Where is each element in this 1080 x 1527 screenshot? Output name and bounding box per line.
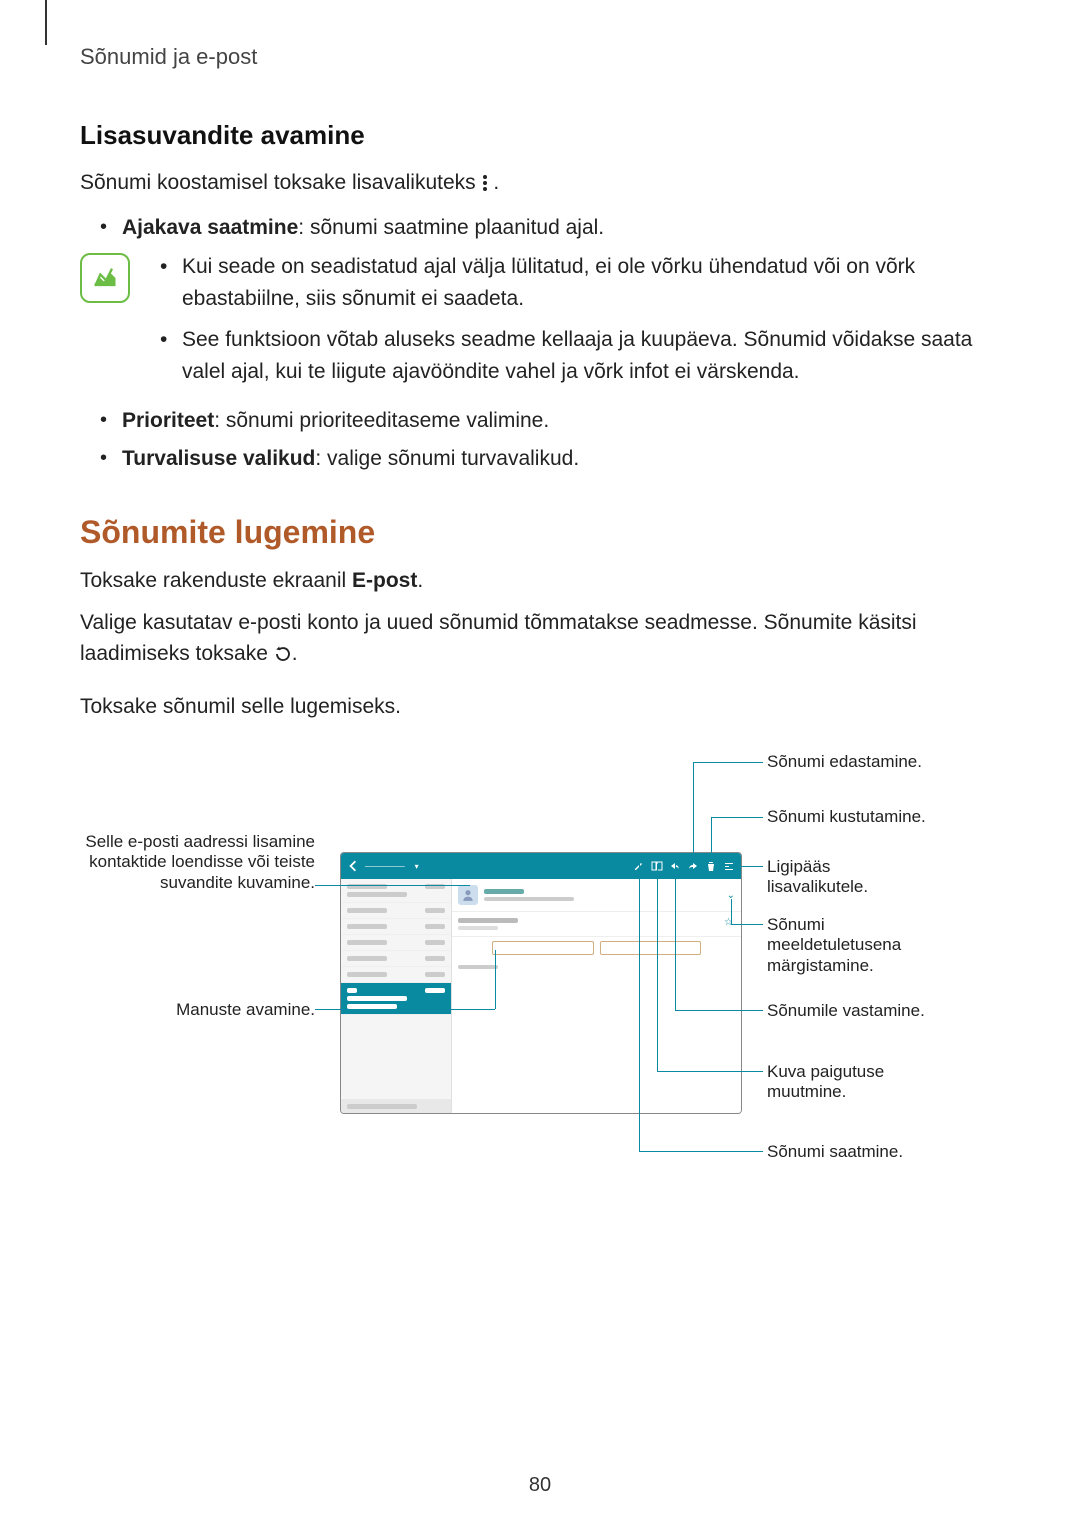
- note-item-1: Kui seade on seadistatud ajal välja lüli…: [160, 251, 1000, 314]
- section1-intro: Sõnumi koostamisel toksake lisavalikutek…: [80, 167, 1000, 202]
- callout-reply: Sõnumile vastamine.: [767, 1001, 925, 1021]
- section1-intro-text-b: .: [493, 171, 499, 194]
- callout-forward: Sõnumi edastamine.: [767, 752, 922, 772]
- lead-line: [315, 885, 470, 886]
- back-icon: [347, 860, 359, 872]
- lead-line: [675, 1010, 763, 1011]
- account-label: ───────: [365, 862, 405, 871]
- bullet-prioriteet: Prioriteet: sõnumi prioriteeditaseme val…: [100, 405, 1000, 437]
- lead-line: [711, 817, 712, 862]
- reading-p1: Toksake rakenduste ekraanil E-post.: [80, 565, 1000, 597]
- dropdown-icon: ▾: [411, 860, 423, 872]
- device-topbar: ─────── ▾: [341, 853, 741, 879]
- lead-line: [639, 1151, 763, 1152]
- lead-line: [639, 864, 640, 1151]
- lead-line: [731, 899, 732, 924]
- callout-reminder: Sõnumi meeldetuletusena märgistamine.: [767, 915, 957, 976]
- lead-line: [315, 1009, 495, 1010]
- bullet-turv-text: : valige sõnumi turvavalikud.: [315, 447, 579, 470]
- callout-attachments: Manuste avamine.: [80, 1000, 315, 1020]
- page-number: 80: [529, 1474, 551, 1497]
- callout-more: Ligipääs lisavalikutele.: [767, 857, 917, 898]
- page-header: Sõnumid ja e-post: [80, 44, 1000, 70]
- attachment-button: [600, 941, 702, 955]
- more-vertical-icon: [482, 170, 488, 202]
- section-reading-title: Sõnumite lugemine: [80, 514, 1000, 551]
- lead-line: [693, 762, 763, 763]
- list-item-selected: [341, 983, 451, 1015]
- list-item: [341, 903, 451, 919]
- reading-p1-bold: E-post: [352, 569, 417, 592]
- attachment-button: [492, 941, 594, 955]
- bullet-prior-text: : sõnumi prioriteeditaseme valimine.: [214, 409, 549, 432]
- list-item: [341, 935, 451, 951]
- avatar-icon: [458, 885, 478, 905]
- note-icon: [80, 253, 130, 303]
- message-list-sidebar: [341, 879, 452, 1113]
- callout-send: Sõnumi saatmine.: [767, 1142, 903, 1162]
- bullet-ajakava-text: : sõnumi saatmine plaanitud ajal.: [298, 216, 604, 239]
- bullet-ajakava: Ajakava saatmine: sõnumi saatmine plaani…: [100, 212, 1000, 244]
- sender-info: [484, 889, 574, 901]
- lead-line: [495, 950, 496, 1009]
- lead-line: [729, 866, 763, 867]
- list-item: [341, 967, 451, 983]
- refresh-icon: [274, 641, 292, 673]
- note-block: Kui seade on seadistatud ajal välja lüli…: [80, 251, 1000, 397]
- list-item: [341, 879, 451, 903]
- reading-p3: Toksake sõnumil selle lugemiseks.: [80, 691, 1000, 723]
- subject-row: [452, 912, 741, 937]
- callout-contact: Selle e-posti aadressi lisamine kontakti…: [80, 832, 315, 893]
- bullet-turvalisus: Turvalisuse valikud: valige sõnumi turva…: [100, 443, 1000, 475]
- lead-line: [657, 864, 658, 1071]
- reading-p1-a: Toksake rakenduste ekraanil: [80, 569, 352, 592]
- sidebar-footer: [341, 1099, 451, 1113]
- list-item: [341, 919, 451, 935]
- reading-p2: Valige kasutatav e-posti konto ja uued s…: [80, 607, 1000, 673]
- lead-line: [675, 864, 676, 1010]
- lead-line: [711, 817, 763, 818]
- diagram: ─────── ▾: [80, 752, 1000, 1192]
- reading-p2-b: .: [292, 642, 298, 665]
- callout-delete: Sõnumi kustutamine.: [767, 807, 926, 827]
- bullet-prior-label: Prioriteet: [122, 409, 214, 432]
- bullet-ajakava-label: Ajakava saatmine: [122, 216, 298, 239]
- section1-intro-text-a: Sõnumi koostamisel toksake lisavalikutek…: [80, 171, 482, 194]
- lead-line: [657, 1071, 763, 1072]
- note-item-2: See funktsioon võtab aluseks seadme kell…: [160, 324, 1000, 387]
- list-item: [341, 951, 451, 967]
- sender-row: ⌄: [452, 879, 741, 912]
- lead-line: [693, 762, 694, 862]
- reading-p2-a: Valige kasutatav e-posti konto ja uued s…: [80, 611, 917, 666]
- lead-line: [731, 924, 763, 925]
- reading-p1-b: .: [417, 569, 423, 592]
- bullet-turv-label: Turvalisuse valikud: [122, 447, 315, 470]
- callout-layout: Kuva paigutuse muutmine.: [767, 1062, 927, 1103]
- device-mock: ─────── ▾: [340, 852, 742, 1114]
- section-additional-options-title: Lisasuvandite avamine: [80, 120, 1000, 151]
